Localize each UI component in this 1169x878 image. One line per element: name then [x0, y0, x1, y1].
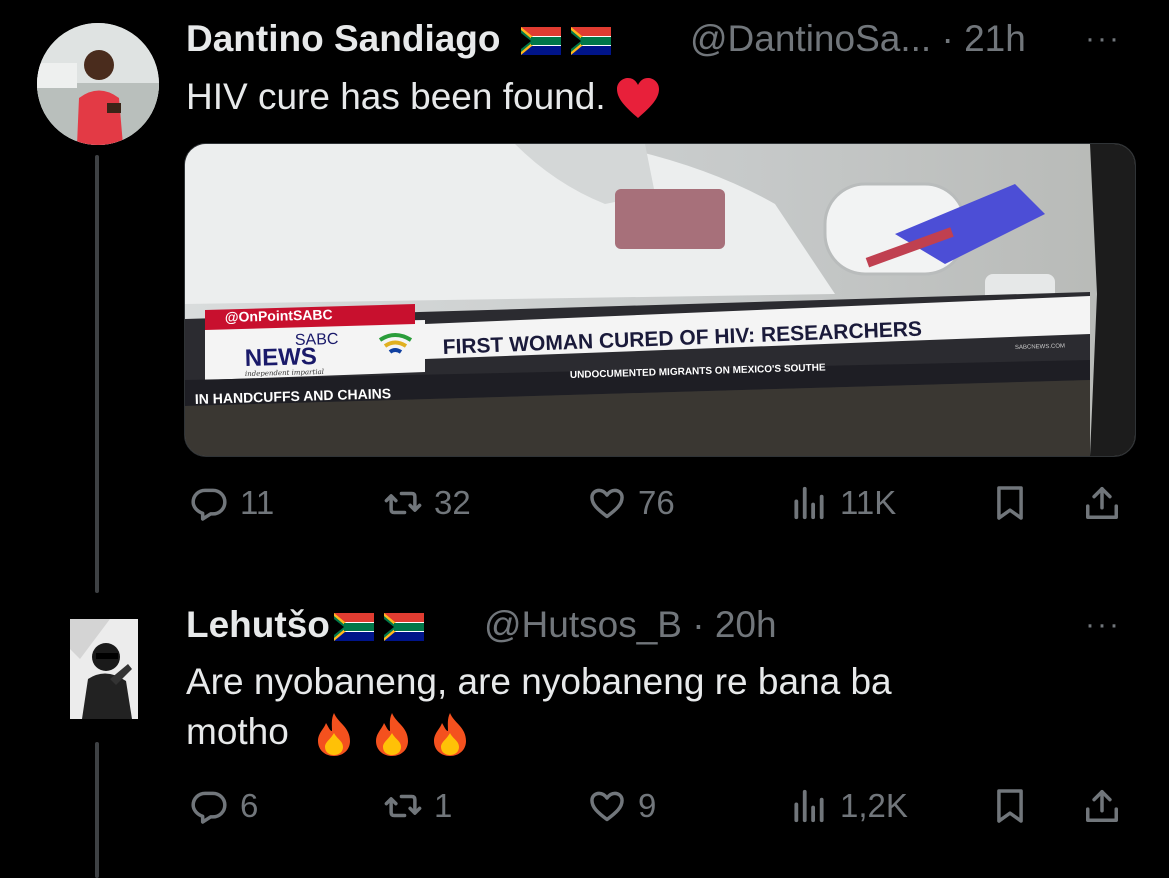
retweet-icon	[384, 491, 422, 515]
reply-icon	[191, 488, 227, 521]
like-count: 76	[638, 484, 675, 521]
tweet-text: HIV cure has been found.	[186, 72, 660, 122]
views-icon	[794, 789, 824, 823]
author-name-text: Dantino Sandiago	[186, 18, 501, 59]
bookmark-icon	[997, 789, 1023, 823]
views-button[interactable]: 1,2K	[790, 787, 908, 825]
share-icon	[1086, 487, 1118, 519]
fire-emoji	[375, 713, 408, 757]
tweet-text-content: motho	[186, 711, 289, 752]
reply-icon	[191, 791, 227, 824]
like-button[interactable]: 9	[588, 787, 656, 825]
author-name[interactable]: Lehutšo	[186, 604, 424, 646]
thread-line-top	[95, 155, 99, 593]
bookmark-icon	[997, 486, 1023, 520]
tweet-text-content: HIV cure has been found.	[186, 76, 606, 117]
tweet-text-line: Are nyobaneng, are nyobaneng re bana ba	[186, 661, 892, 702]
author-handle[interactable]: @Hutsos_B · 20h	[484, 604, 777, 646]
retweet-button[interactable]: 32	[384, 484, 471, 522]
share-icon	[1086, 790, 1118, 822]
views-button[interactable]: 11K	[790, 484, 896, 522]
share-button[interactable]	[1083, 787, 1121, 825]
reply-button[interactable]: 6	[190, 787, 258, 825]
sa-flag-icon	[383, 613, 424, 642]
red-heart-emoji	[616, 78, 659, 119]
fire-emoji	[433, 713, 466, 757]
reply-button[interactable]: 11	[190, 484, 274, 522]
sa-flag-icon	[333, 613, 374, 642]
views-icon	[794, 486, 824, 520]
like-count: 9	[638, 787, 657, 824]
avatar[interactable]	[70, 619, 138, 719]
tweet-text-line: motho	[186, 707, 892, 757]
more-options-button[interactable]: ···	[1085, 608, 1121, 642]
bookmark-button[interactable]	[991, 484, 1029, 522]
avatar-photo	[37, 23, 159, 145]
more-options-button[interactable]: ···	[1085, 22, 1121, 56]
sa-flag-icon	[570, 27, 611, 56]
avatar[interactable]	[37, 23, 159, 145]
views-count: 1,2K	[840, 787, 908, 824]
news-watermark: @OnPointSABC	[225, 306, 333, 325]
bookmark-button[interactable]	[991, 787, 1029, 825]
news-screenshot: @OnPointSABC SABC NEWS independent impar…	[185, 144, 1135, 456]
retweet-count: 1	[434, 787, 453, 824]
tweet-media-image[interactable]: @OnPointSABC SABC NEWS independent impar…	[184, 143, 1136, 457]
like-button[interactable]: 76	[588, 484, 675, 522]
author-handle[interactable]: @DantinoSa... · 21h	[690, 18, 1026, 60]
sa-flag-icon	[520, 27, 561, 56]
tweet-text: Are nyobaneng, are nyobaneng re bana ba …	[186, 657, 892, 757]
like-icon	[590, 488, 624, 519]
retweet-count: 32	[434, 484, 471, 521]
reply-count: 11	[240, 484, 275, 521]
like-icon	[590, 791, 624, 822]
reply-count: 6	[240, 787, 259, 824]
retweet-icon	[384, 794, 422, 818]
avatar-photo	[70, 619, 138, 719]
author-name-text: Lehutšo	[186, 604, 330, 645]
author-name[interactable]: Dantino Sandiago	[186, 18, 611, 60]
thread-line-bottom	[95, 742, 99, 878]
share-button[interactable]	[1083, 484, 1121, 522]
views-count: 11K	[840, 484, 897, 521]
retweet-button[interactable]: 1	[384, 787, 452, 825]
fire-emoji	[317, 713, 350, 757]
